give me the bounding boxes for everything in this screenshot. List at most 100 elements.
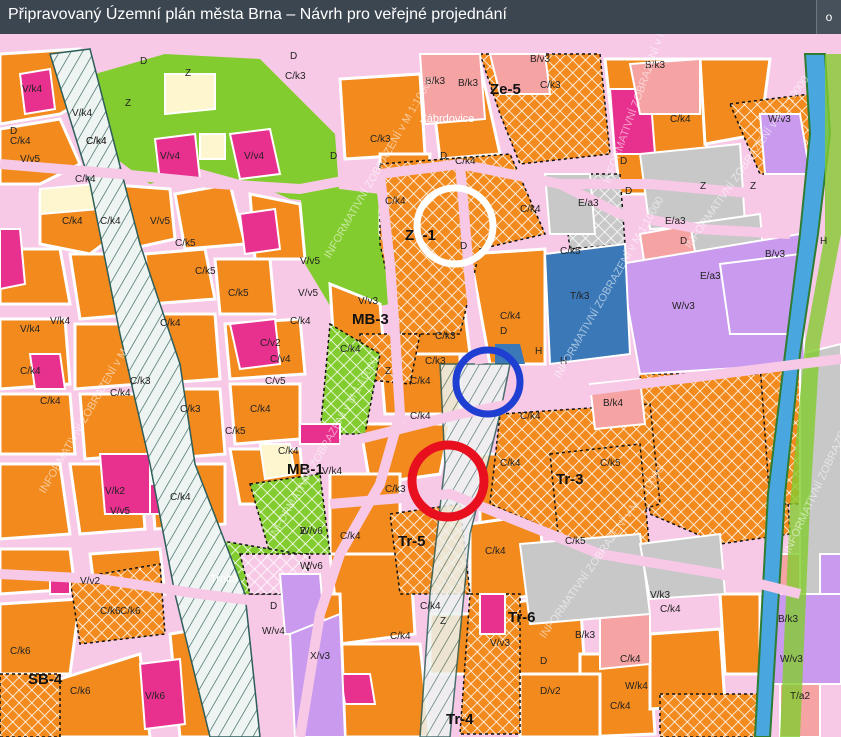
zone-code: C/k3 bbox=[435, 331, 456, 342]
zone-code: C/k6 bbox=[70, 686, 91, 697]
zone-code: W/k4 bbox=[625, 681, 648, 692]
zone-code: C/k5 bbox=[600, 458, 621, 469]
zone-code: C/k3 bbox=[540, 80, 561, 91]
zone-code: V/v4 bbox=[244, 151, 264, 162]
zone-code: C/k4 bbox=[620, 654, 641, 665]
zone-code: C/k4 bbox=[100, 216, 121, 227]
window-titlebar: Připravovaný Územní plán města Brna – Ná… bbox=[0, 0, 841, 34]
road-letter: Z bbox=[440, 616, 446, 627]
zone-code: V/v3 bbox=[358, 296, 378, 307]
zone-code: C/k4 bbox=[62, 216, 83, 227]
zone-code: C/k3 bbox=[385, 484, 406, 495]
zone-code: C/k5 bbox=[195, 266, 216, 277]
zone-code: T/a2 bbox=[790, 691, 810, 702]
zone-code: C/k4 bbox=[40, 396, 61, 407]
zone-code: E/a3 bbox=[700, 271, 721, 282]
zone-code: B/k4 bbox=[603, 398, 623, 409]
zone-code: C/k3 bbox=[130, 376, 151, 387]
zone-code: C/k6 bbox=[120, 606, 141, 617]
area-label-tr3: Tr-3 bbox=[556, 471, 584, 488]
road-letter: D bbox=[540, 656, 547, 667]
road-letter: D bbox=[625, 186, 632, 197]
zone-code: C/k5 bbox=[175, 238, 196, 249]
corner-tab-button[interactable]: o bbox=[816, 0, 841, 34]
zone-code: B/k3 bbox=[778, 614, 798, 625]
zone-code: C/k3 bbox=[285, 71, 306, 82]
zone-code: C/k4 bbox=[86, 136, 107, 147]
zone-code: V/v5 bbox=[298, 288, 318, 299]
road-letter: H bbox=[535, 346, 542, 357]
zone-code: C/k5 bbox=[560, 246, 581, 257]
zone-code: C/v5 bbox=[265, 376, 286, 387]
zone-code: B/k3 bbox=[575, 630, 595, 641]
zone-code: C/k4 bbox=[520, 204, 541, 215]
zone-code: C/k4 bbox=[520, 411, 541, 422]
zone-code: C/k6 bbox=[10, 646, 31, 657]
area-label-tr4: Tr-4 bbox=[446, 711, 474, 728]
zone-code: Z bbox=[125, 98, 131, 109]
road-letter: Z bbox=[700, 181, 706, 192]
road-letter: D bbox=[270, 601, 277, 612]
zone-code: V/v4 bbox=[160, 151, 180, 162]
zone-code: C/k4 bbox=[170, 492, 191, 503]
zone-code: C/k4 bbox=[75, 174, 96, 185]
zone-code: C/k4 bbox=[670, 114, 691, 125]
zone-code: C/k4 bbox=[340, 531, 361, 542]
zone-code: V/k4 bbox=[72, 108, 92, 119]
zone-code: E/a3 bbox=[665, 216, 686, 227]
zone-code: B/v3 bbox=[765, 249, 785, 260]
zone-code: V/k3 bbox=[650, 590, 670, 601]
zone-code: V/k2 bbox=[105, 486, 125, 497]
zone-code: C/k4 bbox=[420, 601, 441, 612]
road-letter: D bbox=[440, 151, 447, 162]
zone-code: V/k4 bbox=[322, 466, 342, 477]
zone-code: W/v3 bbox=[672, 301, 695, 312]
zone-code: C/k4 bbox=[500, 311, 521, 322]
area-label-tr6: Tr-6 bbox=[508, 609, 536, 626]
zone-code: C/k4 bbox=[340, 344, 361, 355]
zone-code: C/k5 bbox=[228, 288, 249, 299]
road-letter: D bbox=[500, 326, 507, 337]
zone-code: V/v5 bbox=[150, 216, 170, 227]
road-letter: D bbox=[330, 151, 337, 162]
zone-code: B/k3 bbox=[458, 78, 478, 89]
zone-code: C/k3 bbox=[180, 404, 201, 415]
window-title: Připravovaný Územní plán města Brna – Ná… bbox=[8, 6, 507, 23]
zone-code: C/k6 bbox=[100, 606, 121, 617]
zone-code: C/k4 bbox=[10, 136, 31, 147]
zone-code: E/a3 bbox=[578, 198, 599, 209]
zone-code: C/k4 bbox=[250, 404, 271, 415]
area-label-ze5: Ze-5 bbox=[490, 81, 521, 98]
zone-code: W/v6 bbox=[300, 561, 323, 572]
zone-code: B/v3 bbox=[530, 54, 550, 65]
road-letter: D bbox=[140, 56, 147, 67]
zone-code: W/v3 bbox=[780, 654, 803, 665]
zone-code: C/k4 bbox=[110, 388, 131, 399]
zone-code: Z bbox=[185, 68, 191, 79]
zone-code: C/k4 bbox=[485, 546, 506, 557]
zone-code: C/k5 bbox=[225, 426, 246, 437]
zone-code: C/k4 bbox=[290, 316, 311, 327]
zone-code: C/k4 bbox=[610, 701, 631, 712]
zone-code: X/v3 bbox=[310, 651, 330, 662]
road-letter: D bbox=[10, 126, 17, 137]
area-label-tr5: Tr-5 bbox=[398, 533, 426, 550]
zone-code: T/k3 bbox=[570, 291, 590, 302]
zone-code: C/k3 bbox=[425, 356, 446, 367]
zone-code: C/k5 bbox=[565, 536, 586, 547]
zone-code: C/v4 bbox=[270, 354, 291, 365]
road-letter: Z bbox=[300, 526, 306, 537]
area-label-mb3: MB-3 bbox=[352, 311, 389, 328]
zone-code: C/k4 bbox=[20, 366, 41, 377]
zone-code: C/k4 bbox=[500, 458, 521, 469]
area-label-sb4: SB-4 bbox=[28, 671, 63, 688]
zone-code: W/v4 bbox=[262, 626, 285, 637]
zone-code: V/k6 bbox=[145, 691, 165, 702]
zone-code: C/k4 bbox=[278, 446, 299, 457]
zone-code: C/k4 bbox=[455, 156, 476, 167]
zone-code: D/v2 bbox=[540, 686, 561, 697]
road-letter: Z bbox=[385, 366, 391, 377]
land-use-map[interactable]: Ze-5 Ze-1 MB-3 MB-1 Tr-3 Tr-5 Tr-6 Tr-4 … bbox=[0, 34, 841, 737]
road-letter: D bbox=[290, 51, 297, 62]
zone-code: V/v2 bbox=[80, 576, 100, 587]
